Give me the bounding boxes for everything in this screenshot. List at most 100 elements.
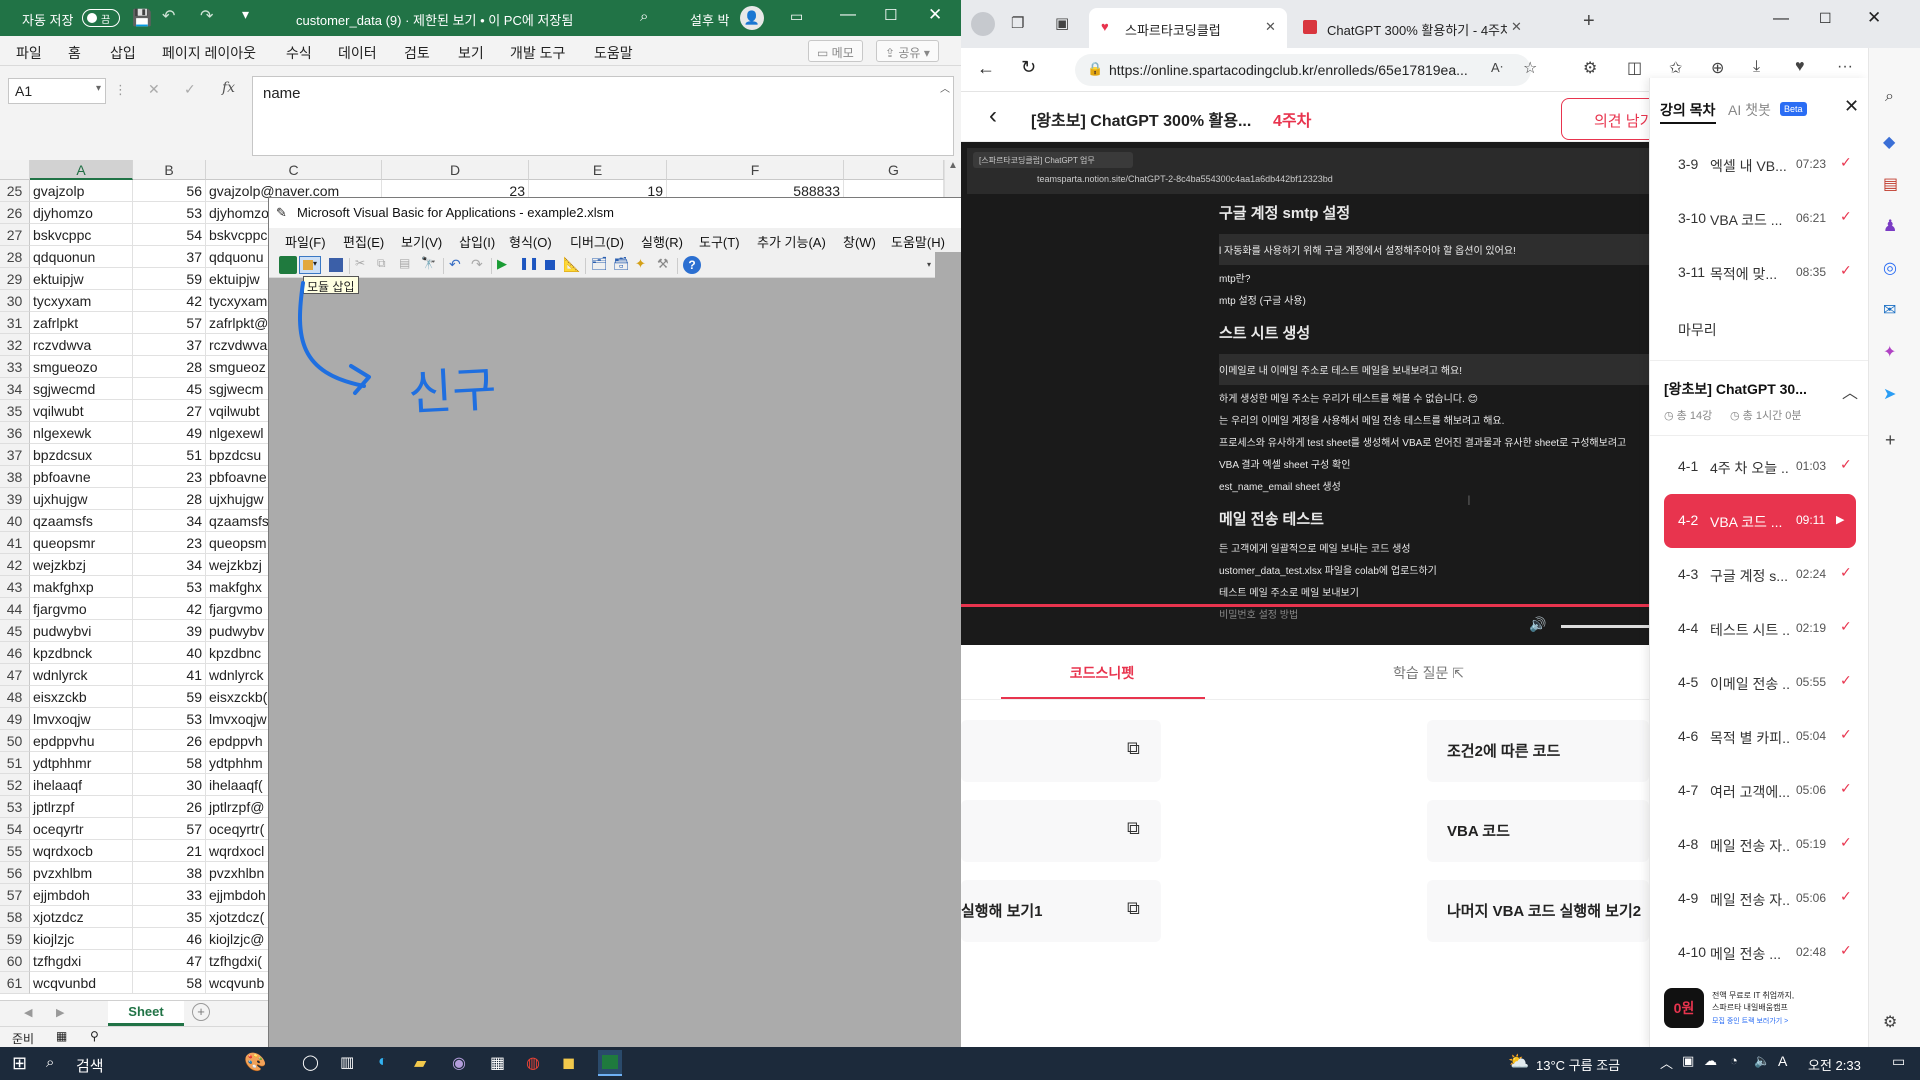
view-excel-icon[interactable] (279, 256, 297, 274)
find-icon[interactable]: 🔭 (421, 256, 439, 274)
row-number[interactable]: 32 (0, 334, 30, 356)
row-number[interactable]: 26 (0, 202, 30, 224)
excel-taskbar-icon[interactable] (598, 1050, 622, 1076)
maximize-icon[interactable]: ☐ (1819, 10, 1832, 27)
performance-icon[interactable]: ♥ (1795, 58, 1805, 76)
row-number[interactable]: 35 (0, 400, 30, 422)
copy-icon[interactable]: ⧉ (1127, 818, 1140, 839)
row-number[interactable]: 42 (0, 554, 30, 576)
chevron-up-icon[interactable]: ︿ (1842, 379, 1858, 403)
collapse-formula-icon[interactable]: ︿ (940, 80, 950, 95)
menu-help[interactable]: 도움말(H) (891, 232, 945, 251)
lesson-item[interactable]: 4-4 테스트 시트 ... 02:19 ✓ (1650, 602, 1869, 656)
cell-name[interactable]: wdnlyrck (30, 664, 133, 686)
row-number[interactable]: 54 (0, 818, 30, 840)
section-header[interactable]: [왕초보] ChatGPT 30... ◷ 총 14강 ◷ 총 1시간 0분 ︿ (1650, 360, 1869, 436)
cell-name[interactable]: nlgexewk (30, 422, 133, 444)
cell-age[interactable]: 46 (133, 928, 206, 950)
cell-name[interactable]: wcqvunbd (30, 972, 133, 994)
file-explorer-icon[interactable]: ▰ (414, 1053, 426, 1073)
start-icon[interactable]: ⊞ (12, 1053, 27, 1074)
toolbox-icon[interactable]: ⚒ (657, 256, 675, 274)
cell-name[interactable]: jptlrzpf (30, 796, 133, 818)
read-aloud-icon[interactable]: Aᐧ (1491, 60, 1503, 76)
column-header-b[interactable]: B (133, 160, 206, 180)
split-screen-icon[interactable]: ◫ (1627, 58, 1642, 78)
profile-icon[interactable] (971, 12, 995, 36)
macro-record-icon[interactable]: ▦ (56, 1029, 67, 1043)
properties-icon[interactable]: 🗃 (613, 256, 631, 274)
cell-name[interactable]: tzfhgdxi (30, 950, 133, 972)
cell-name[interactable]: tycxyxam (30, 290, 133, 312)
chevron-up-icon[interactable]: ︿ (1660, 1053, 1673, 1072)
row-number[interactable]: 38 (0, 466, 30, 488)
next-sheet-icon[interactable]: ▶ (56, 1006, 64, 1019)
name-box[interactable]: A1 ▾ (8, 78, 106, 104)
lesson-item[interactable]: 3-11 목적에 맞... 08:35 ✓ (1650, 246, 1869, 300)
row-number[interactable]: 41 (0, 532, 30, 554)
gear-icon[interactable]: ⚙ (1883, 1012, 1897, 1032)
autosave-toggle[interactable]: 끔 (82, 9, 120, 27)
cell-name[interactable]: zafrlpkt (30, 312, 133, 334)
avatar[interactable]: 👤 (740, 6, 764, 30)
multitask-icon[interactable]: ▥ (340, 1053, 354, 1071)
row-number[interactable]: 61 (0, 972, 30, 994)
lesson-item[interactable]: 4-5 이메일 전송 ... 05:55 ✓ (1650, 656, 1869, 710)
cell-name[interactable]: gvajzolp (30, 180, 133, 202)
volume-icon[interactable]: 🔊 (1529, 616, 1546, 633)
cell-name[interactable]: ujxhujgw (30, 488, 133, 510)
row-number[interactable]: 56 (0, 862, 30, 884)
volume-slider[interactable] (1561, 625, 1649, 628)
cell-age[interactable]: 54 (133, 224, 206, 246)
row-number[interactable]: 57 (0, 884, 30, 906)
row-number[interactable]: 46 (0, 642, 30, 664)
microsoft365-icon[interactable]: ◎ (1883, 258, 1897, 278)
cell-name[interactable]: bpzdcsux (30, 444, 133, 466)
snippet-card[interactable]: 실행해 보기1 ⧉ (961, 880, 1161, 942)
cell-name[interactable]: wejzkbzj (30, 554, 133, 576)
tab-insert[interactable]: 삽입 (110, 43, 136, 63)
outlook-icon[interactable]: ✉ (1883, 300, 1896, 320)
row-number[interactable]: 52 (0, 774, 30, 796)
cell-age[interactable]: 39 (133, 620, 206, 642)
cell-name[interactable]: ihelaaqf (30, 774, 133, 796)
row-number[interactable]: 47 (0, 664, 30, 686)
tab-page-layout[interactable]: 페이지 레이아웃 (162, 43, 256, 63)
tab-formulas[interactable]: 수식 (286, 43, 312, 63)
design-mode-icon[interactable]: 📐 (563, 256, 581, 274)
taskbar-search[interactable]: 검색 (76, 1055, 104, 1076)
menu-edit[interactable]: 편집(E) (343, 232, 384, 251)
undo-icon[interactable]: ↶ (449, 256, 467, 274)
row-number[interactable]: 30 (0, 290, 30, 312)
tab-code-snippet[interactable]: 코드스니펫 (1007, 663, 1197, 683)
row-number[interactable]: 50 (0, 730, 30, 752)
tray-icon[interactable]: ▣ (1682, 1053, 1694, 1069)
lesson-item[interactable]: 4-7 여러 고객에... 05:06 ✓ (1650, 764, 1869, 818)
cell-name[interactable]: epdppvhu (30, 730, 133, 752)
cell-age[interactable]: 34 (133, 554, 206, 576)
video-player[interactable]: [스파르타코딩클럽] ChatGPT 업무 teamsparta.notion.… (961, 142, 1649, 645)
cell-age[interactable]: 35 (133, 906, 206, 928)
snippet-card[interactable]: 조건2에 따른 코드 (1427, 720, 1649, 782)
address-bar[interactable]: 🔒 https://online.spartacodingclub.kr/enr… (1075, 54, 1531, 86)
row-number[interactable]: 51 (0, 752, 30, 774)
cell-age[interactable]: 28 (133, 488, 206, 510)
collections-icon[interactable]: ⊕ (1711, 58, 1724, 78)
designer-icon[interactable]: ✦ (1883, 342, 1896, 362)
cell-age[interactable]: 57 (133, 312, 206, 334)
column-header-c[interactable]: C (206, 160, 382, 180)
formula-input[interactable]: name (252, 76, 954, 156)
cell-age[interactable]: 30 (133, 774, 206, 796)
insert-function-icon[interactable]: fx (222, 80, 235, 96)
row-number[interactable]: 60 (0, 950, 30, 972)
volume-icon[interactable]: 🔈 (1754, 1053, 1770, 1069)
games-icon[interactable]: ♟ (1883, 216, 1897, 236)
lesson-item[interactable]: 4-9 메일 전송 자... 05:06 ✓ (1650, 872, 1869, 926)
cell-name[interactable]: oceqyrtr (30, 818, 133, 840)
cell-name[interactable]: ektuipjw (30, 268, 133, 290)
favorite-star-icon[interactable]: ☆ (1523, 58, 1537, 78)
cell-age[interactable]: 23 (133, 466, 206, 488)
app-icon[interactable]: ◉ (452, 1053, 466, 1073)
vertical-tabs-icon[interactable]: ▣ (1055, 14, 1069, 32)
project-explorer-icon[interactable]: 🗂 (591, 256, 609, 274)
